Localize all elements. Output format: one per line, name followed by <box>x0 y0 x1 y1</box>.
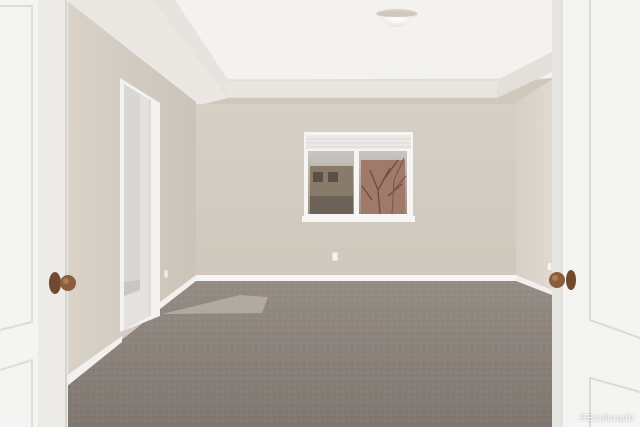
wall-outlet <box>163 269 169 279</box>
watermark: REcolorado <box>579 413 634 424</box>
wall-outlet <box>331 251 339 262</box>
room-illustration <box>0 0 640 427</box>
wall-outlet <box>546 261 553 272</box>
window <box>302 132 415 222</box>
right-door[interactable] <box>552 0 640 427</box>
left-door[interactable] <box>0 0 68 427</box>
side-doorway <box>120 78 160 332</box>
room-photo: REcolorado <box>0 0 640 427</box>
